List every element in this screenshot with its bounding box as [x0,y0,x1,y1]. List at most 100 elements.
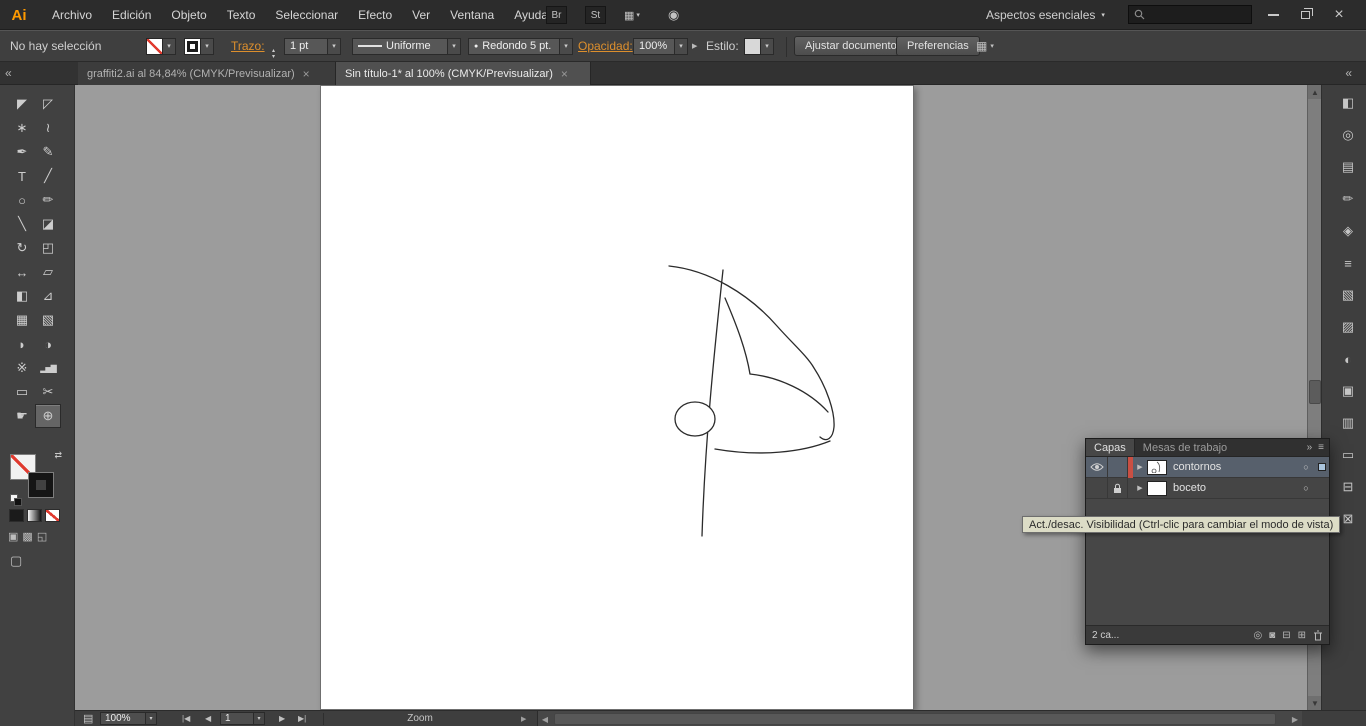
menu-efecto[interactable]: Efecto [348,0,402,30]
scroll-up-icon[interactable]: ▲ [1308,85,1321,99]
eyedropper-tool[interactable]: ◗ [9,332,35,356]
line-segment-tool[interactable]: ╱ [35,164,61,188]
minimize-button[interactable] [1258,0,1288,30]
visibility-toggle[interactable] [1086,456,1108,478]
brushes-panel-icon[interactable]: ✏ [1336,187,1360,211]
menu-ver[interactable]: Ver [402,0,440,30]
restore-button[interactable] [1290,0,1320,30]
none-button[interactable] [45,509,60,522]
rotate-tool[interactable]: ↻ [9,236,35,260]
curvature-tool[interactable]: ✎ [35,140,61,164]
perspective-grid-tool[interactable]: ⊿ [35,284,61,308]
stroke-panel-link[interactable]: Trazo: [231,39,265,53]
transparency-panel-icon[interactable]: ▨ [1336,315,1360,339]
gradient-tool[interactable]: ▧ [35,308,61,332]
vertical-scroll-thumb[interactable] [1309,380,1321,404]
paintbrush-tool[interactable]: ✏ [35,188,61,212]
tab-mesas-de-trabajo[interactable]: Mesas de trabajo [1135,439,1235,456]
tab-close-icon[interactable]: × [561,67,568,81]
symbol-sprayer-tool[interactable]: ※ [9,356,35,380]
scroll-right-icon[interactable]: ▶ [1288,711,1302,726]
scroll-down-icon[interactable]: ▼ [1308,696,1321,710]
ellipse-tool[interactable]: ○ [9,188,35,212]
default-fill-stroke-icon[interactable] [10,494,24,506]
stroke-weight-dropdown[interactable]: 1 pt ▾ [284,31,341,61]
locate-object-icon[interactable]: ◎ [1253,630,1262,641]
bridge-button[interactable]: Br [546,6,567,24]
mesh-tool[interactable]: ▦ [9,308,35,332]
next-artboard-button[interactable]: ▶ [275,711,289,726]
zoom-tool[interactable]: ⊕ [35,404,61,428]
new-layer-icon[interactable]: ⊞ [1298,630,1306,641]
fit-document-button[interactable]: Ajustar documento [794,36,908,56]
target-icon[interactable]: ○ [1297,462,1315,472]
workspace-switcher[interactable]: Aspectos esenciales ▾ [986,0,1105,30]
menu-ventana[interactable]: Ventana [440,0,504,30]
stroke-color-dropdown[interactable]: ▾ [184,31,214,61]
make-clipping-mask-icon[interactable]: ◙ [1269,630,1275,641]
fill-color-dropdown[interactable]: ▾ [146,31,176,61]
opacity-panel-link[interactable]: Opacidad: [578,39,633,53]
artboard-tool[interactable]: ▭ [9,380,35,404]
horizontal-scrollbar[interactable]: ◀ ▶ [537,711,1302,726]
width-profile-dropdown[interactable]: Uniforme ▾ [352,31,461,61]
menu-edicion[interactable]: Edición [102,0,161,30]
brush-dropdown[interactable]: ● Redondo 5 pt. ▾ [468,31,573,61]
color-panel-icon[interactable]: ◧ [1336,91,1360,115]
shape-builder-tool[interactable]: ◧ [9,284,35,308]
arrange-documents-button[interactable]: ▦ ▾ [624,6,640,24]
draw-behind-icon[interactable]: ▩ [22,530,32,543]
menu-seleccionar[interactable]: Seleccionar [265,0,348,30]
color-guide-panel-icon[interactable]: ◎ [1336,123,1360,147]
scroll-left-icon[interactable]: ◀ [538,711,552,726]
tab-sin-titulo-1[interactable]: Sin título-1* al 100% (CMYK/Previsualiza… [336,62,591,85]
artboard[interactable] [320,85,914,710]
stock-button[interactable]: St [585,6,606,24]
selection-indicator[interactable] [1315,463,1329,471]
collapse-tools-icon[interactable]: « [5,66,12,80]
panel-collapse-icon[interactable]: » [1307,442,1313,453]
gradient-panel-icon[interactable]: ▧ [1336,283,1360,307]
zoom-level-dropdown[interactable]: 100% ▾ [100,711,157,726]
pen-tool[interactable]: ✒ [9,140,35,164]
first-artboard-button[interactable]: |◀ [178,711,194,726]
appearance-panel-icon[interactable]: ◐ [1336,347,1360,371]
layer-thumbnail[interactable] [1147,459,1167,475]
previous-artboard-button[interactable]: ◀ [201,711,215,726]
disclosure-icon[interactable]: ▶ [1133,463,1147,471]
search-input[interactable] [1128,5,1252,24]
preferences-button[interactable]: Preferencias [896,36,980,56]
close-button[interactable]: × [1324,0,1354,30]
lock-toggle[interactable] [1108,456,1128,478]
style-dropdown[interactable]: ▾ [744,31,774,61]
layer-name[interactable]: boceto [1173,482,1297,494]
scale-tool[interactable]: ◰ [35,236,61,260]
stroke-swatch[interactable] [28,472,54,498]
new-sublayer-icon[interactable]: ⊟ [1282,630,1290,641]
pencil-tool[interactable]: ╲ [9,212,35,236]
column-graph-tool[interactable]: ▂▅▇ [35,356,61,380]
tab-capas[interactable]: Capas [1086,439,1135,456]
swatches-panel-icon[interactable]: ▤ [1336,155,1360,179]
swap-fill-stroke-icon[interactable]: ⇄ [54,450,62,461]
align-panel-icon[interactable]: ⊟ [1336,475,1360,499]
draw-inside-icon[interactable]: ◱ [37,530,47,543]
disclosure-icon[interactable]: ▶ [1133,484,1147,492]
free-transform-tool[interactable]: ▱ [35,260,61,284]
layer-row-contornos[interactable]: ▶ contornos ○ [1086,456,1329,478]
magic-wand-tool[interactable]: ∗ [9,116,35,140]
symbols-panel-icon[interactable]: ◈ [1336,219,1360,243]
menu-objeto[interactable]: Objeto [161,0,216,30]
type-tool[interactable]: T [9,164,35,188]
artboards-panel-icon[interactable]: ▭ [1336,443,1360,467]
blend-tool[interactable]: ◑ [35,332,61,356]
hand-tool[interactable]: ☛ [9,404,35,428]
graphic-styles-panel-icon[interactable]: ▣ [1336,379,1360,403]
target-icon[interactable]: ○ [1297,483,1315,493]
expand-panels-icon[interactable]: « [1345,66,1352,80]
menu-archivo[interactable]: Archivo [42,0,102,30]
selection-tool[interactable]: ◤ [9,92,35,116]
direct-selection-tool[interactable]: ◸ [35,92,61,116]
layer-row-boceto[interactable]: ▶ boceto ○ [1086,477,1329,499]
stroke-panel-icon[interactable]: ≡ [1336,251,1360,275]
